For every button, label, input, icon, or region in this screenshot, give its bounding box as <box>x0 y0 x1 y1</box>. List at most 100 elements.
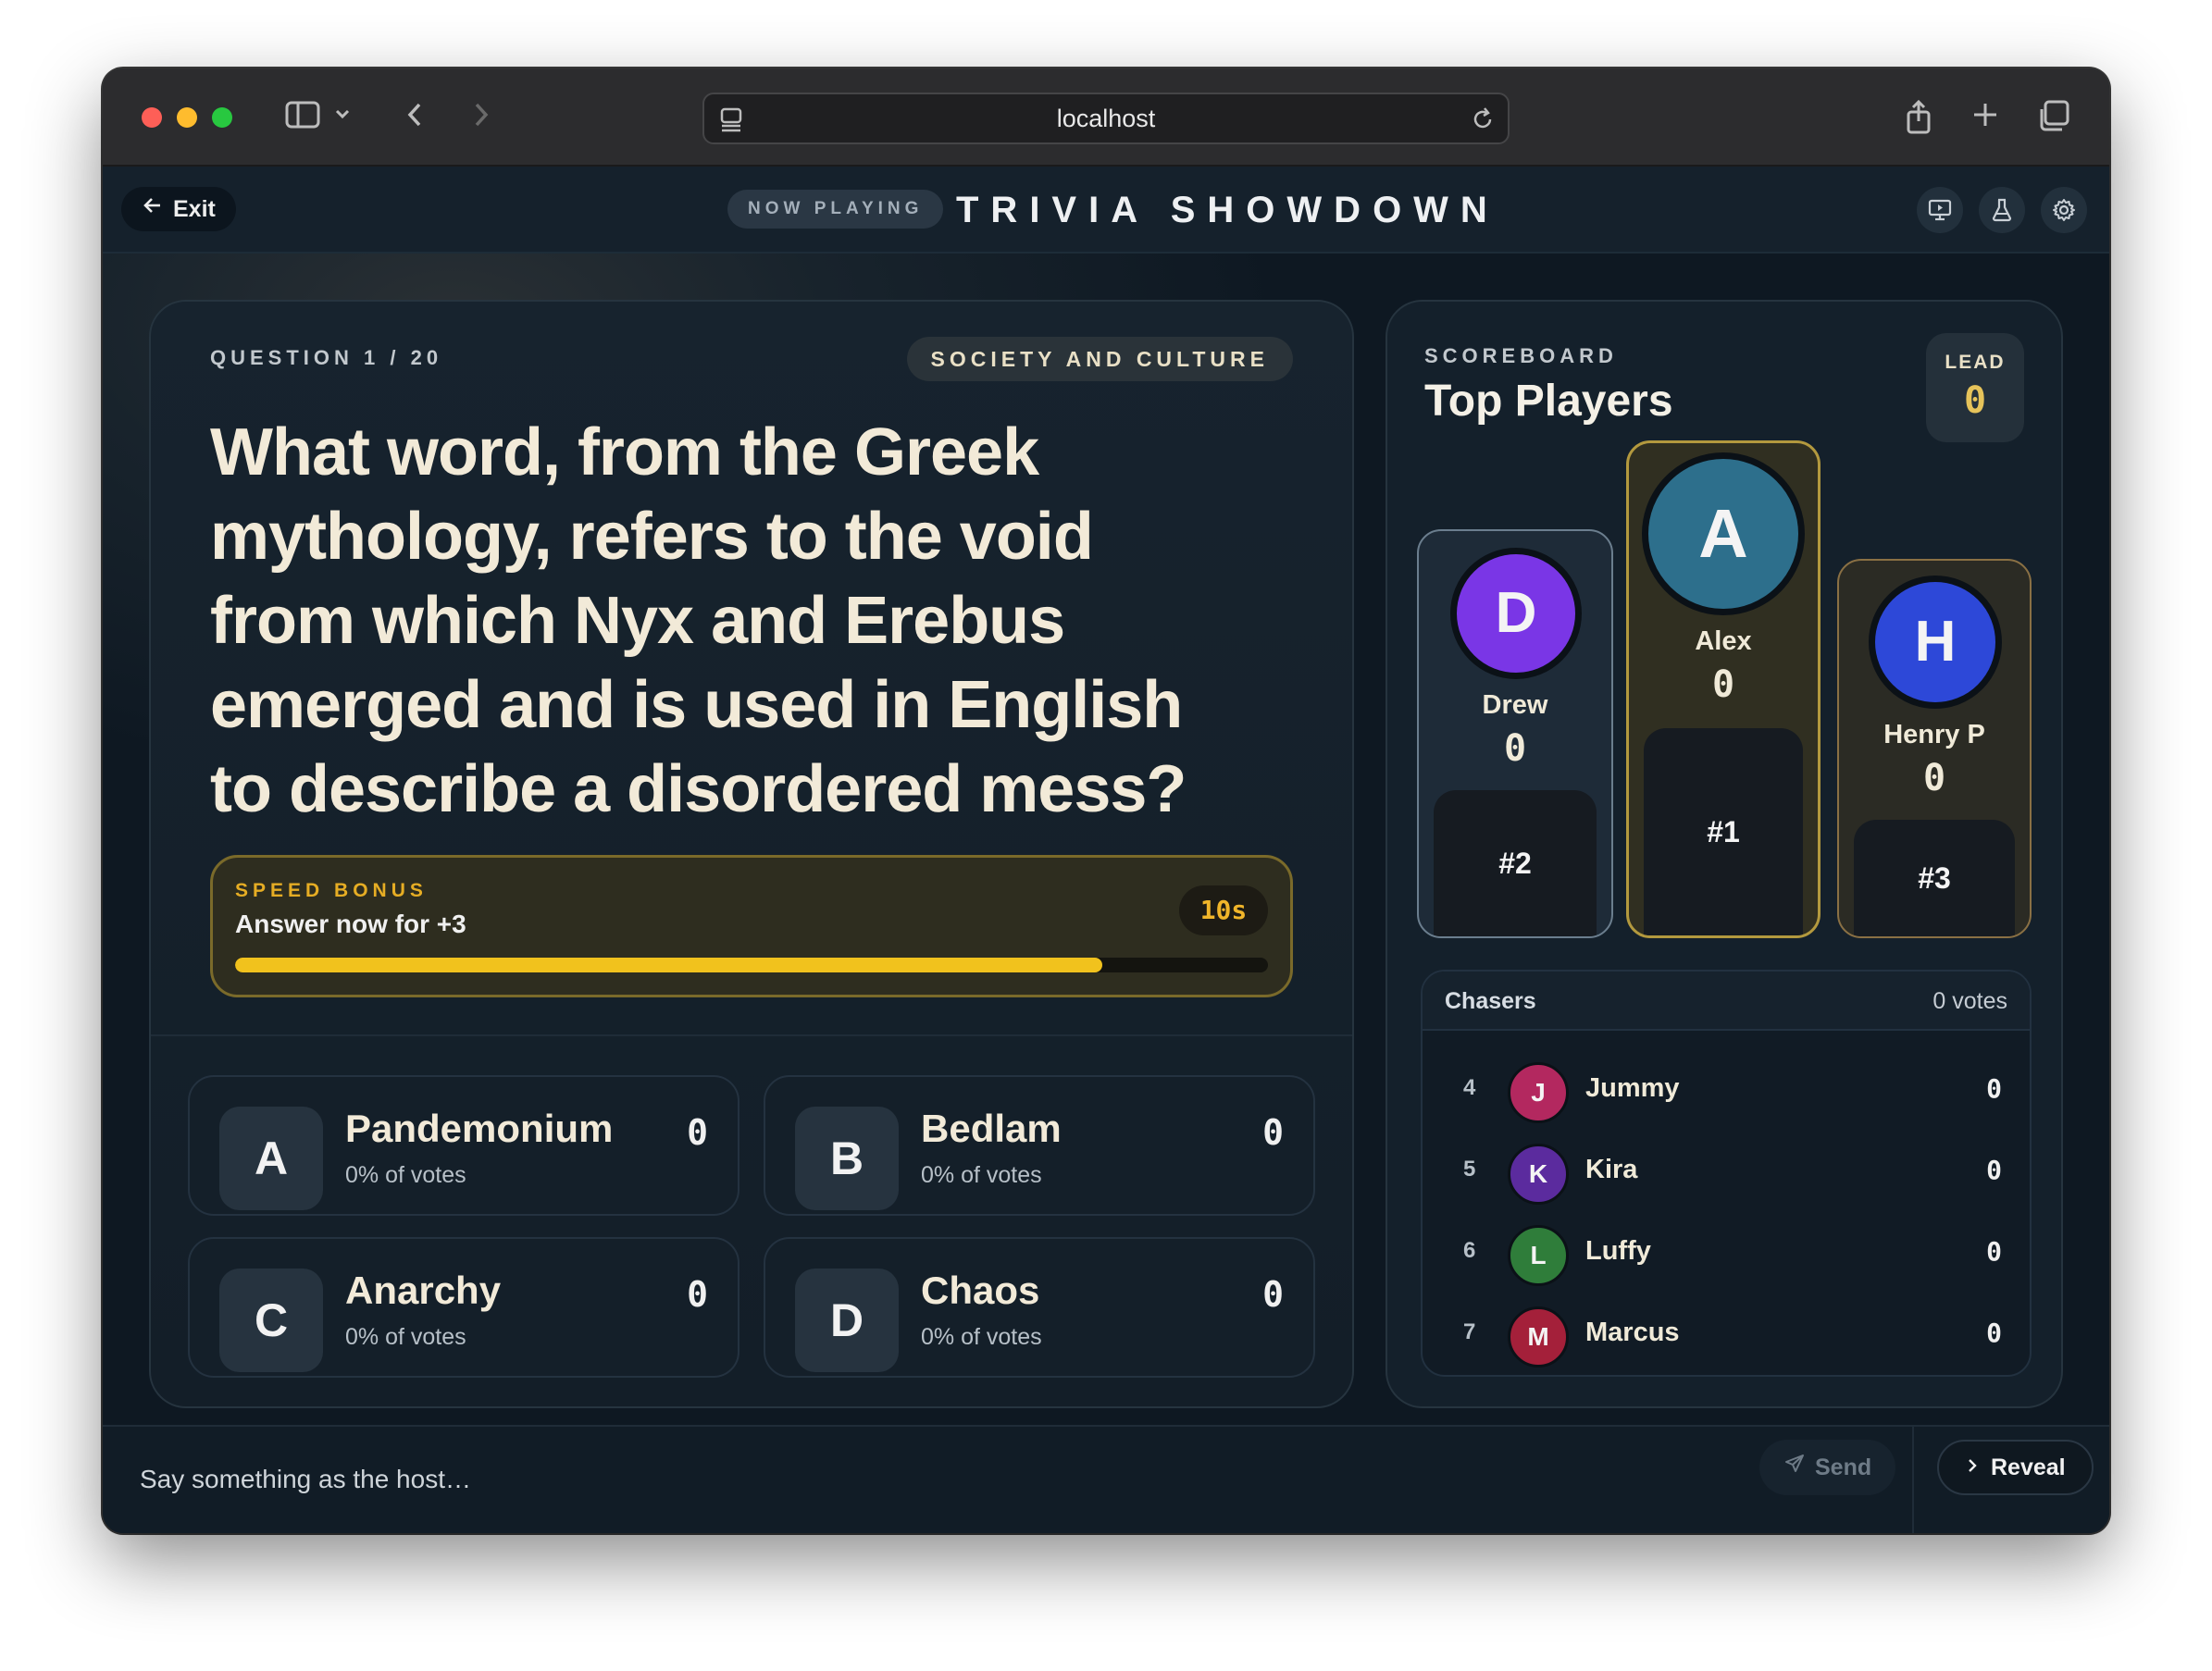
chaser-name: Luffy <box>1585 1236 1651 1266</box>
avatar: A <box>1642 452 1805 615</box>
send-label: Send <box>1815 1454 1872 1480</box>
forward-icon[interactable] <box>460 98 501 137</box>
chaser-name: Jummy <box>1585 1073 1680 1103</box>
podium-rank: #2 <box>1434 790 1597 936</box>
answer-letter: D <box>795 1269 899 1372</box>
answer-vote-count: 0 <box>1262 1112 1284 1153</box>
avatar: H <box>1869 576 2002 709</box>
answer-letter: A <box>219 1107 323 1210</box>
reveal-button[interactable]: Reveal <box>1937 1440 2094 1495</box>
reveal-label: Reveal <box>1991 1454 2066 1480</box>
player-name: Henry P <box>1883 720 1985 749</box>
answer-vote-percent: 0% of votes <box>345 1324 466 1350</box>
chevron-right-icon <box>1965 1442 1980 1493</box>
answer-letter: B <box>795 1107 899 1210</box>
player-score: 0 <box>1922 757 1946 799</box>
reload-icon[interactable] <box>1469 105 1497 138</box>
answer-option-b[interactable]: B Bedlam 0% of votes 0 <box>764 1075 1315 1216</box>
answer-text: Bedlam <box>921 1107 1062 1150</box>
answer-vote-percent: 0% of votes <box>921 1324 1042 1350</box>
lead-box: LEAD 0 <box>1926 333 2024 442</box>
app-header: Exit NOW PLAYING TRIVIA SHOWDOWN <box>103 167 2109 254</box>
answer-text: Anarchy <box>345 1269 502 1312</box>
avatar: J <box>1508 1062 1569 1123</box>
chasers-list: Chasers 0 votes 4 J Jummy 0 5 K Kira 0 6 <box>1421 970 2032 1377</box>
list-item: 4 J Jummy 0 <box>1423 1051 2030 1133</box>
new-tab-icon[interactable] <box>1965 98 2006 137</box>
answer-option-d[interactable]: D Chaos 0% of votes 0 <box>764 1237 1315 1378</box>
chaser-name: Kira <box>1585 1155 1638 1184</box>
sidebar-toggle-icon[interactable] <box>282 98 323 137</box>
now-playing-badge: NOW PLAYING <box>727 190 944 229</box>
chaser-rank: 4 <box>1463 1075 1476 1100</box>
address-bar[interactable]: localhost <box>702 93 1510 144</box>
chevron-down-icon[interactable] <box>329 98 356 137</box>
answer-vote-count: 0 <box>1262 1274 1284 1315</box>
trivia-app: Exit NOW PLAYING TRIVIA SHOWDOWN QUESTIO… <box>103 167 2109 1533</box>
answer-text: Pandemonium <box>345 1107 614 1150</box>
podium-rank: #1 <box>1644 728 1803 935</box>
minimize-window-button[interactable] <box>177 107 197 128</box>
exit-button[interactable]: Exit <box>121 187 236 231</box>
list-item: 5 K Kira 0 <box>1423 1133 2030 1214</box>
chaser-rank: 6 <box>1463 1238 1476 1263</box>
arrow-left-icon <box>142 187 164 231</box>
lead-label: LEAD <box>1945 352 2006 373</box>
host-message-input[interactable] <box>140 1454 1158 1504</box>
question-card: QUESTION 1 / 20 SOCIETY AND CULTURE What… <box>149 300 1354 1408</box>
player-score: 0 <box>1503 727 1527 770</box>
answer-vote-percent: 0% of votes <box>921 1162 1042 1188</box>
chaser-score: 0 <box>1986 1073 2002 1104</box>
speed-bonus-text: Answer now for +3 <box>235 910 466 938</box>
question-counter: QUESTION 1 / 20 <box>210 346 443 369</box>
question-text: What word, from the Greek mythology, ref… <box>210 415 1187 826</box>
list-item: 7 M Marcus 0 <box>1423 1295 2030 1375</box>
presenter-button[interactable] <box>1917 187 1963 233</box>
chaser-rank: 7 <box>1463 1319 1476 1344</box>
speed-bonus-label: SPEED BONUS <box>235 880 428 901</box>
answer-option-a[interactable]: A Pandemonium 0% of votes 0 <box>188 1075 739 1216</box>
answer-vote-count: 0 <box>687 1112 708 1153</box>
avatar: L <box>1508 1225 1569 1286</box>
bonus-progress-fill <box>235 958 1103 972</box>
settings-button[interactable] <box>2041 187 2087 233</box>
podium-first: A Alex 0 #1 <box>1626 440 1821 938</box>
scoreboard-title: Top Players <box>1424 377 1673 426</box>
player-name: Alex <box>1695 626 1752 656</box>
podium-second: D Drew 0 #2 <box>1417 529 1613 938</box>
chasers-header: Chasers 0 votes <box>1423 972 2030 1031</box>
podium-third: H Henry P 0 #3 <box>1837 559 2032 938</box>
chaser-score: 0 <box>1986 1318 2002 1348</box>
send-icon <box>1783 1440 1806 1495</box>
url-text: localhost <box>1056 105 1156 132</box>
tab-overview-icon[interactable] <box>2033 98 2074 137</box>
close-window-button[interactable] <box>142 107 162 128</box>
send-button[interactable]: Send <box>1759 1440 1896 1495</box>
scoreboard-label: SCOREBOARD <box>1424 344 1618 367</box>
game-title: TRIVIA SHOWDOWN <box>956 190 1499 230</box>
chaser-rank: 5 <box>1463 1157 1476 1182</box>
answer-text: Chaos <box>921 1269 1040 1312</box>
chaser-name: Marcus <box>1585 1318 1680 1347</box>
avatar: K <box>1508 1144 1569 1205</box>
player-score: 0 <box>1711 663 1735 706</box>
answer-option-c[interactable]: C Anarchy 0% of votes 0 <box>188 1237 739 1378</box>
answer-vote-count: 0 <box>687 1274 708 1315</box>
lab-button[interactable] <box>1979 187 2025 233</box>
divider <box>151 1034 1352 1036</box>
exit-label: Exit <box>173 196 216 222</box>
browser-window: localhost Exit NOW PLAYING TRIVIA SHOWDO… <box>103 68 2109 1533</box>
list-item: 6 L Luffy 0 <box>1423 1214 2030 1295</box>
podium-rank: #3 <box>1854 820 2015 936</box>
chaser-score: 0 <box>1986 1155 2002 1185</box>
chasers-votes: 0 votes <box>1932 988 2007 1014</box>
flask-icon <box>1989 197 2015 228</box>
answer-letter: C <box>219 1269 323 1372</box>
chaser-score: 0 <box>1986 1236 2002 1267</box>
countdown-timer: 10s <box>1179 885 1268 935</box>
divider <box>1912 1427 1914 1533</box>
back-icon[interactable] <box>395 98 436 137</box>
chasers-title: Chasers <box>1445 988 1536 1014</box>
zoom-window-button[interactable] <box>212 107 232 128</box>
share-icon[interactable] <box>1898 98 1939 137</box>
